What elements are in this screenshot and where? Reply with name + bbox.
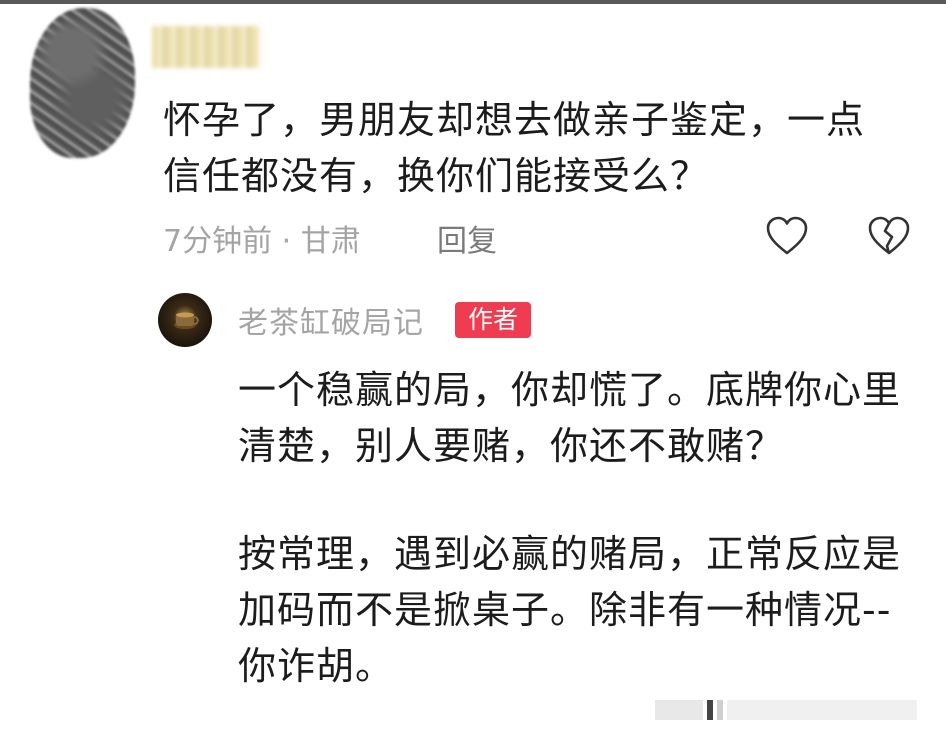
top-border [0,0,946,4]
author-reply-body: 一个稳赢的局，你却慌了。底牌你心里清楚，别人要赌，你还不敢赌？ 按常理，遇到必赢… [238,362,928,694]
heart-icon[interactable] [764,213,810,259]
reply-paragraph-2: 按常理，遇到必赢的赌局，正常反应是加码而不是掀桌子。除非有一种情况--你诈胡。 [238,532,902,688]
commenter-name-redacted [152,26,260,68]
commenter-avatar[interactable] [30,8,135,158]
author-name[interactable]: 老茶缸破局记 [238,298,424,342]
reply-button[interactable]: 回复 [437,216,497,260]
author-avatar[interactable] [158,293,212,347]
reply-paragraph-1: 一个稳赢的局，你却慌了。底牌你心里清楚，别人要赌，你还不敢赌？ [238,368,902,468]
broken-heart-icon[interactable] [866,213,912,259]
author-badge: 作者 [455,302,531,338]
watermark-bar [655,697,925,723]
comment-text: 怀孕了，男朋友却想去做亲子鉴定，一点信任都没有，换你们能接受么？ [163,98,866,198]
comment-meta: 7分钟前 · 甘肃 [163,224,361,259]
